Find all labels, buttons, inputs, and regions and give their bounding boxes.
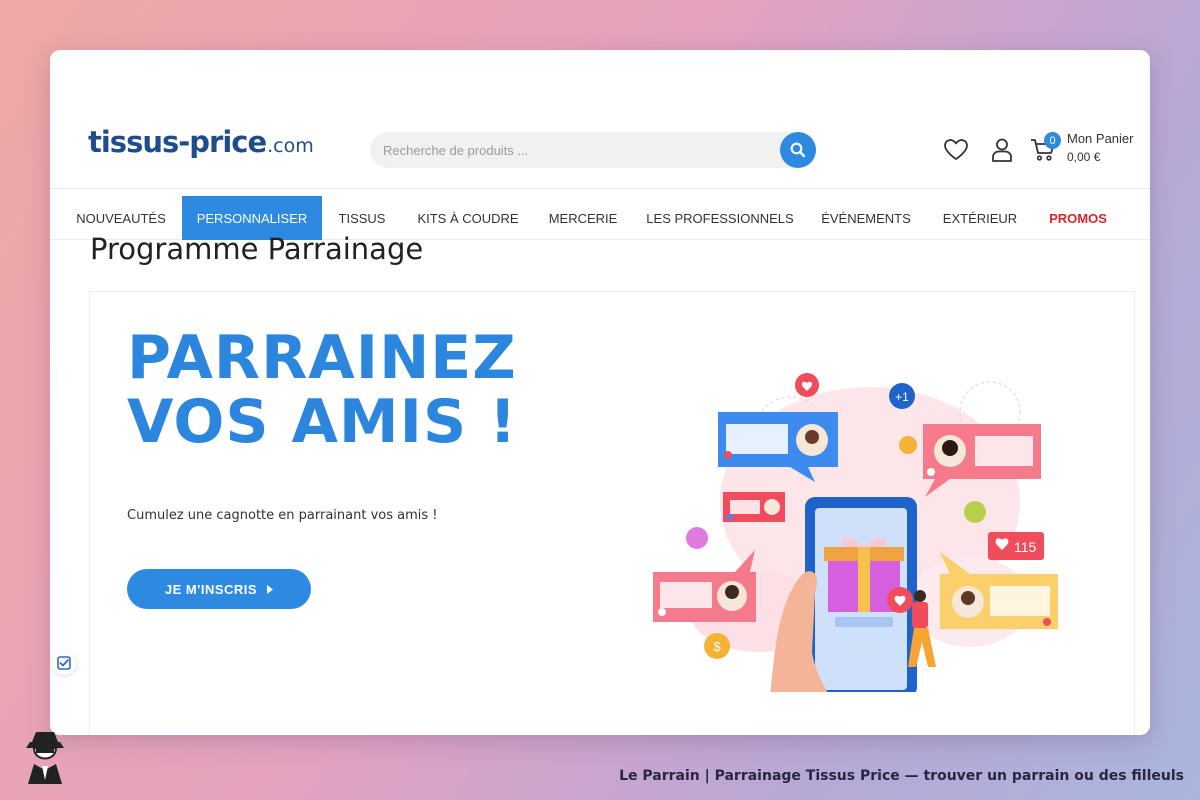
- search-input[interactable]: [370, 132, 770, 168]
- search-button[interactable]: [780, 132, 816, 168]
- checkmark-shield-icon: [57, 656, 71, 670]
- headline-line-1: PARRAINEZ: [127, 323, 517, 393]
- user-icon: [992, 138, 1012, 162]
- banner-headline: PARRAINEZ VOS AMIS !: [127, 326, 517, 454]
- heart-icon: [944, 139, 968, 160]
- banner-subtitle: Cumulez une cagnotte en parrainant vos a…: [127, 508, 438, 523]
- search-bar: [370, 132, 816, 168]
- nav-item-promos[interactable]: PROMOS: [1042, 196, 1114, 240]
- footer-caption: Le Parrain | Parrainage Tissus Price — t…: [619, 768, 1184, 784]
- signup-button-label: JE M'INSCRIS: [164, 581, 258, 597]
- svg-text:$: $: [713, 639, 721, 654]
- logo-main-text: tissus-price: [88, 125, 267, 159]
- cart-label[interactable]: Mon Panier: [1067, 131, 1133, 146]
- account-button[interactable]: [988, 136, 1016, 164]
- page-title: Programme Parrainage: [90, 232, 424, 266]
- search-icon: [790, 142, 806, 158]
- signup-button[interactable]: JE M'INSCRIS: [127, 569, 311, 609]
- cart-count-badge: 0: [1044, 132, 1061, 149]
- nav-item-les-professionnels[interactable]: LES PROFESSIONNELS: [644, 196, 796, 240]
- caret-right-icon: [267, 584, 274, 594]
- site-logo[interactable]: tissus-price.com: [88, 128, 314, 157]
- parrain-mascot-logo: [26, 732, 64, 784]
- headline-line-2: VOS AMIS !: [127, 387, 518, 457]
- logo-suffix-text: .com: [267, 135, 314, 157]
- browser-card: tissus-price.com 0 Mon Panier 0,00 €: [50, 50, 1150, 735]
- nav-item-kits-a-coudre[interactable]: KITS À COUDRE: [412, 196, 524, 240]
- referral-banner: PARRAINEZ VOS AMIS ! Cumulez une cagnott…: [89, 291, 1135, 735]
- wishlist-button[interactable]: [942, 136, 970, 164]
- likes-count-text: 115: [1014, 539, 1037, 555]
- referral-illustration: 115 +1 $: [653, 373, 1058, 692]
- trust-badge[interactable]: [52, 651, 76, 675]
- nav-item-mercerie[interactable]: MERCERIE: [542, 196, 624, 240]
- plus-one-text: +1: [895, 390, 909, 404]
- nav-item-exterieur[interactable]: EXTÉRIEUR: [936, 196, 1024, 240]
- nav-item-evenements[interactable]: ÉVÉNEMENTS: [816, 196, 916, 240]
- cart-total: 0,00 €: [1067, 150, 1101, 164]
